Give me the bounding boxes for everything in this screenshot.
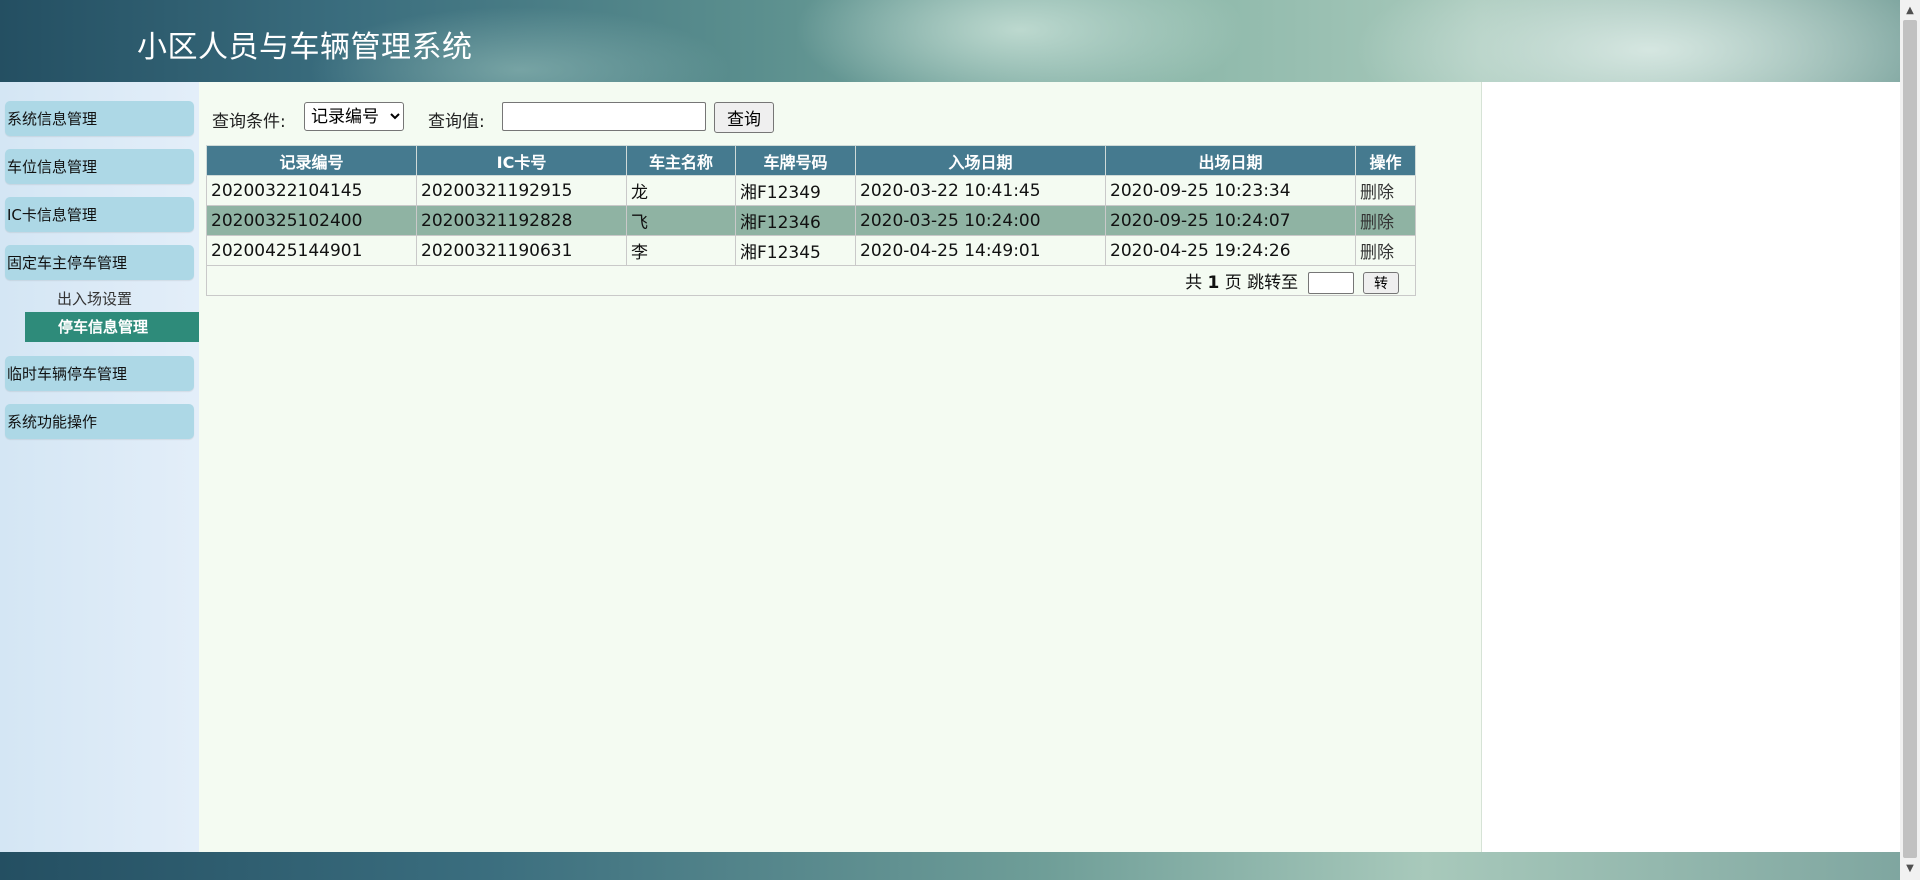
vertical-scrollbar[interactable]: ▲ ▼ bbox=[1900, 0, 1920, 880]
cell-entry-date: 2020-03-22 10:41:45 bbox=[855, 175, 1106, 206]
pager-suffix: 页 跳转至 bbox=[1224, 272, 1299, 293]
column-header-plate: 车牌号码 bbox=[735, 145, 856, 176]
cell-ic-card: 20200321192828 bbox=[416, 205, 627, 236]
main-content: 查询条件: 记录编号 查询值: 查询 记录编号 IC卡号 车主名称 车牌号码 入… bbox=[199, 82, 1482, 852]
sidebar-item-system-functions[interactable]: 系统功能操作 bbox=[5, 404, 194, 439]
cell-owner: 李 bbox=[626, 235, 736, 266]
cell-record-id: 20200425144901 bbox=[206, 235, 417, 266]
sidebar-item-system-info[interactable]: 系统信息管理 bbox=[5, 101, 194, 136]
column-header-entry-date: 入场日期 bbox=[855, 145, 1106, 176]
delete-link[interactable]: 删除 bbox=[1355, 235, 1416, 266]
sidebar-subitem-parking-info[interactable]: 停车信息管理 bbox=[25, 312, 199, 342]
table-row: 20200425144901 20200321190631 李 湘F12345 … bbox=[206, 235, 1416, 266]
column-header-exit-date: 出场日期 bbox=[1105, 145, 1356, 176]
cell-entry-date: 2020-04-25 14:49:01 bbox=[855, 235, 1106, 266]
cell-plate: 湘F12349 bbox=[735, 175, 856, 206]
query-value-input[interactable] bbox=[502, 102, 706, 131]
parking-records-table: 记录编号 IC卡号 车主名称 车牌号码 入场日期 出场日期 操作 2020032… bbox=[206, 145, 1416, 296]
pager-prefix: 共 bbox=[1185, 272, 1203, 293]
table-header-row: 记录编号 IC卡号 车主名称 车牌号码 入场日期 出场日期 操作 bbox=[206, 145, 1416, 176]
table-row: 20200322104145 20200321192915 龙 湘F12349 … bbox=[206, 175, 1416, 206]
app-title: 小区人员与车辆管理系统 bbox=[137, 30, 473, 65]
sidebar-item-temporary-parking[interactable]: 临时车辆停车管理 bbox=[5, 356, 194, 391]
column-header-ic-card: IC卡号 bbox=[416, 145, 627, 176]
triangle-down-icon[interactable]: ▼ bbox=[1900, 860, 1920, 878]
query-condition-label: 查询条件: bbox=[212, 112, 286, 132]
triangle-up-icon[interactable]: ▲ bbox=[1900, 2, 1920, 20]
sidebar-item-ic-card[interactable]: IC卡信息管理 bbox=[5, 197, 194, 232]
cell-exit-date: 2020-04-25 19:24:26 bbox=[1105, 235, 1356, 266]
cell-record-id: 20200325102400 bbox=[206, 205, 417, 236]
pagination-row: 共 1 页 跳转至 转 bbox=[206, 265, 1416, 296]
cell-owner: 龙 bbox=[626, 175, 736, 206]
sidebar-item-fixed-owner-parking[interactable]: 固定车主停车管理 bbox=[5, 245, 194, 280]
cell-record-id: 20200322104145 bbox=[206, 175, 417, 206]
query-value-label: 查询值: bbox=[428, 112, 485, 132]
cell-entry-date: 2020-03-25 10:24:00 bbox=[855, 205, 1106, 236]
sidebar-item-parking-space[interactable]: 车位信息管理 bbox=[5, 149, 194, 184]
table-row-highlighted: 20200325102400 20200321192828 飞 湘F12346 … bbox=[206, 205, 1416, 236]
pagination: 共 1 页 跳转至 转 bbox=[206, 265, 1416, 296]
cell-exit-date: 2020-09-25 10:24:07 bbox=[1105, 205, 1356, 236]
query-condition-select[interactable]: 记录编号 bbox=[304, 102, 404, 131]
cell-plate: 湘F12346 bbox=[735, 205, 856, 236]
sidebar-subitem-entry-exit-settings[interactable]: 出入场设置 bbox=[57, 288, 132, 309]
delete-link[interactable]: 删除 bbox=[1355, 175, 1416, 206]
footer-banner bbox=[0, 852, 1900, 880]
page-go-button[interactable]: 转 bbox=[1363, 271, 1399, 294]
cell-ic-card: 20200321190631 bbox=[416, 235, 627, 266]
cell-ic-card: 20200321192915 bbox=[416, 175, 627, 206]
query-button[interactable]: 查询 bbox=[714, 102, 774, 133]
column-header-action: 操作 bbox=[1355, 145, 1416, 176]
cell-owner: 飞 bbox=[626, 205, 736, 236]
cell-plate: 湘F12345 bbox=[735, 235, 856, 266]
delete-link[interactable]: 删除 bbox=[1355, 205, 1416, 236]
cell-exit-date: 2020-09-25 10:23:34 bbox=[1105, 175, 1356, 206]
column-header-record-id: 记录编号 bbox=[206, 145, 417, 176]
page-jump-input[interactable] bbox=[1307, 271, 1354, 294]
column-header-owner: 车主名称 bbox=[626, 145, 736, 176]
header-banner: 小区人员与车辆管理系统 bbox=[0, 0, 1900, 82]
scrollbar-thumb[interactable] bbox=[1903, 20, 1917, 858]
sidebar: 系统信息管理 车位信息管理 IC卡信息管理 固定车主停车管理 出入场设置 停车信… bbox=[0, 82, 199, 852]
pager-total-pages: 1 bbox=[1207, 272, 1220, 293]
